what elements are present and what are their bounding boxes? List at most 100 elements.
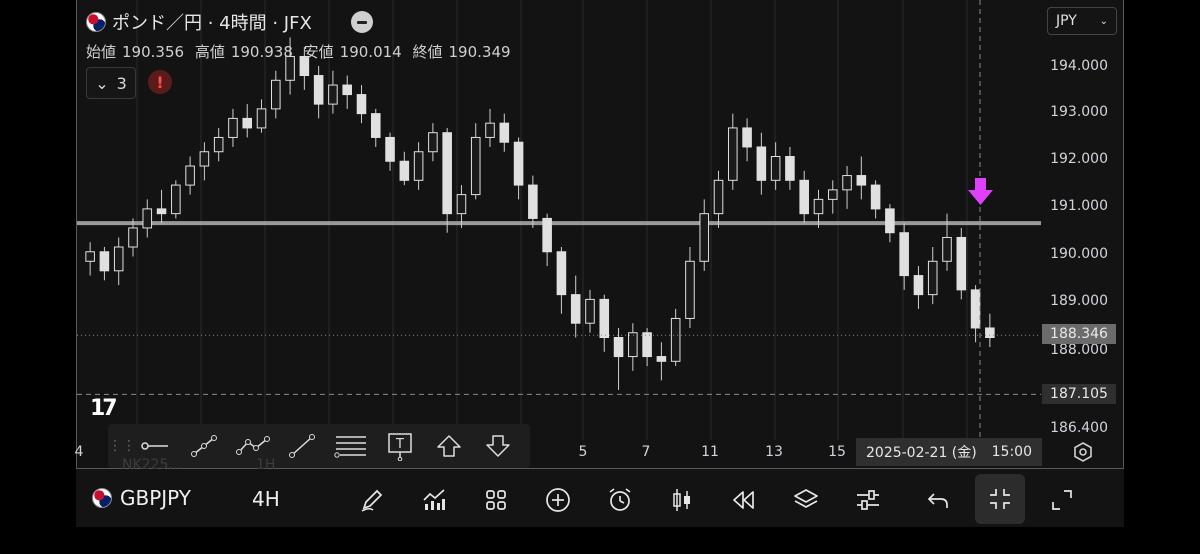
draw-tool-icon[interactable] — [350, 478, 394, 522]
short-arrow-tool-icon[interactable] — [473, 424, 522, 468]
candle-body — [228, 117, 238, 138]
add-icon[interactable] — [536, 478, 580, 522]
symbol-selector[interactable]: GBPJPY — [92, 486, 191, 510]
time-label: 15 — [828, 444, 846, 460]
candle-body — [585, 298, 595, 324]
candle-body — [799, 179, 809, 215]
gbp-flag-icon — [92, 488, 112, 508]
candle-body — [442, 132, 452, 215]
long-arrow-tool-icon[interactable] — [424, 424, 473, 468]
candle-body — [242, 117, 253, 129]
candle-body — [856, 175, 867, 186]
candle-body — [413, 151, 424, 181]
candle-body — [171, 184, 181, 215]
price-label: 192.000 — [1050, 151, 1108, 167]
candlestick-chart[interactable] — [77, 0, 1122, 440]
price-label: 194.000 — [1050, 58, 1108, 74]
candle-body — [870, 184, 881, 210]
candle-body — [528, 184, 538, 219]
symbol-name: GBPJPY — [120, 486, 192, 510]
candle-body — [428, 132, 438, 153]
hide-legend-button[interactable] — [351, 11, 373, 33]
indicator-count: 3 — [116, 73, 127, 93]
candle-body — [271, 79, 281, 110]
candle-body — [99, 251, 110, 272]
candle-type-icon[interactable] — [660, 478, 704, 522]
price-axis[interactable]: 194.000 193.000 192.000 191.000 190.000 … — [1042, 0, 1122, 440]
candle-body — [670, 317, 681, 362]
indicators-icon[interactable] — [412, 478, 456, 522]
candle-body — [699, 213, 710, 262]
candle-body — [542, 217, 552, 253]
candle-body — [256, 108, 267, 129]
current-price-tag: 188.346 — [1042, 324, 1116, 344]
low-label: 安値 — [303, 43, 334, 61]
cursor-date: 2025-02-21 (金) — [866, 445, 977, 461]
time-label: 11 — [701, 444, 719, 460]
candle-body — [370, 113, 381, 138]
settings-sliders-icon[interactable] — [846, 478, 890, 522]
candle-body — [913, 275, 924, 296]
time-label: 4 — [74, 444, 84, 460]
candle-body — [656, 356, 667, 362]
candle-body — [827, 189, 838, 200]
candle-body — [128, 227, 138, 248]
symbol-title: ポンド／円 · 4時間 · JFX — [112, 13, 312, 34]
axis-settings-icon[interactable] — [1072, 441, 1094, 463]
candle-body — [199, 151, 210, 167]
collapse-icon[interactable] — [975, 474, 1025, 524]
alarm-icon[interactable] — [598, 478, 642, 522]
replay-icon[interactable] — [722, 478, 766, 522]
undo-icon[interactable] — [916, 478, 960, 522]
path-tool-icon[interactable] — [179, 424, 228, 468]
indicators-collapse-button[interactable]: ⌄ 3 — [86, 67, 136, 99]
tradingview-logo[interactable]: 17 — [90, 396, 118, 421]
close-label: 終値 — [412, 43, 443, 61]
gbp-flag-icon — [86, 12, 106, 32]
candle-body — [613, 337, 624, 358]
fib-retracement-tool-icon[interactable] — [326, 424, 375, 468]
time-label: 5 — [578, 444, 588, 460]
candle-body — [927, 260, 938, 296]
candle-body — [942, 236, 952, 262]
candle-body — [813, 198, 824, 215]
candle-body — [399, 160, 410, 181]
open-label: 始値 — [86, 43, 117, 61]
candle-body — [570, 294, 581, 324]
price-label: 189.000 — [1050, 293, 1108, 309]
close-value: 190.349 — [448, 43, 511, 61]
low-value: 190.014 — [339, 43, 402, 61]
chart-app: ポンド／円 · 4時間 · JFX 始値 190.356 高値 190.938 安値… — [74, 0, 1124, 527]
expand-icon[interactable] — [1040, 478, 1084, 522]
legend-title[interactable]: ポンド／円 · 4時間 · JFX — [86, 9, 312, 35]
timeframe-selector[interactable]: 4H — [252, 487, 280, 511]
high-label: 高値 — [194, 43, 225, 61]
candle-body — [742, 127, 752, 148]
error-alert-icon[interactable]: ! — [148, 70, 172, 94]
candle-body — [142, 208, 153, 229]
candle-body — [185, 165, 195, 186]
chevron-down-icon: ⌄ — [95, 73, 109, 93]
candle-body — [470, 136, 481, 196]
trend-line-tool-icon[interactable] — [277, 424, 326, 468]
candle-body — [385, 136, 395, 162]
candle-body — [213, 136, 224, 153]
candle-body — [970, 289, 981, 329]
time-label: 7 — [641, 444, 651, 460]
candle-body — [356, 94, 367, 115]
layers-icon[interactable] — [784, 478, 828, 522]
candle-body — [328, 84, 338, 105]
cursor-time: 15:00 — [991, 444, 1032, 460]
candle-body — [556, 251, 567, 296]
candle-body — [770, 156, 781, 181]
layouts-icon[interactable] — [474, 478, 518, 522]
candle-body — [642, 332, 652, 358]
time-label: 13 — [765, 444, 783, 460]
svg-text:T: T — [395, 437, 404, 452]
candle-body — [342, 84, 352, 96]
candle-body — [685, 260, 695, 319]
bottom-toolbar: GBPJPY 4H — [76, 470, 1124, 527]
candle-body — [756, 146, 767, 181]
drag-handle-icon[interactable]: ⋮⋮ — [108, 438, 136, 454]
text-tool-icon[interactable]: T — [375, 424, 424, 468]
